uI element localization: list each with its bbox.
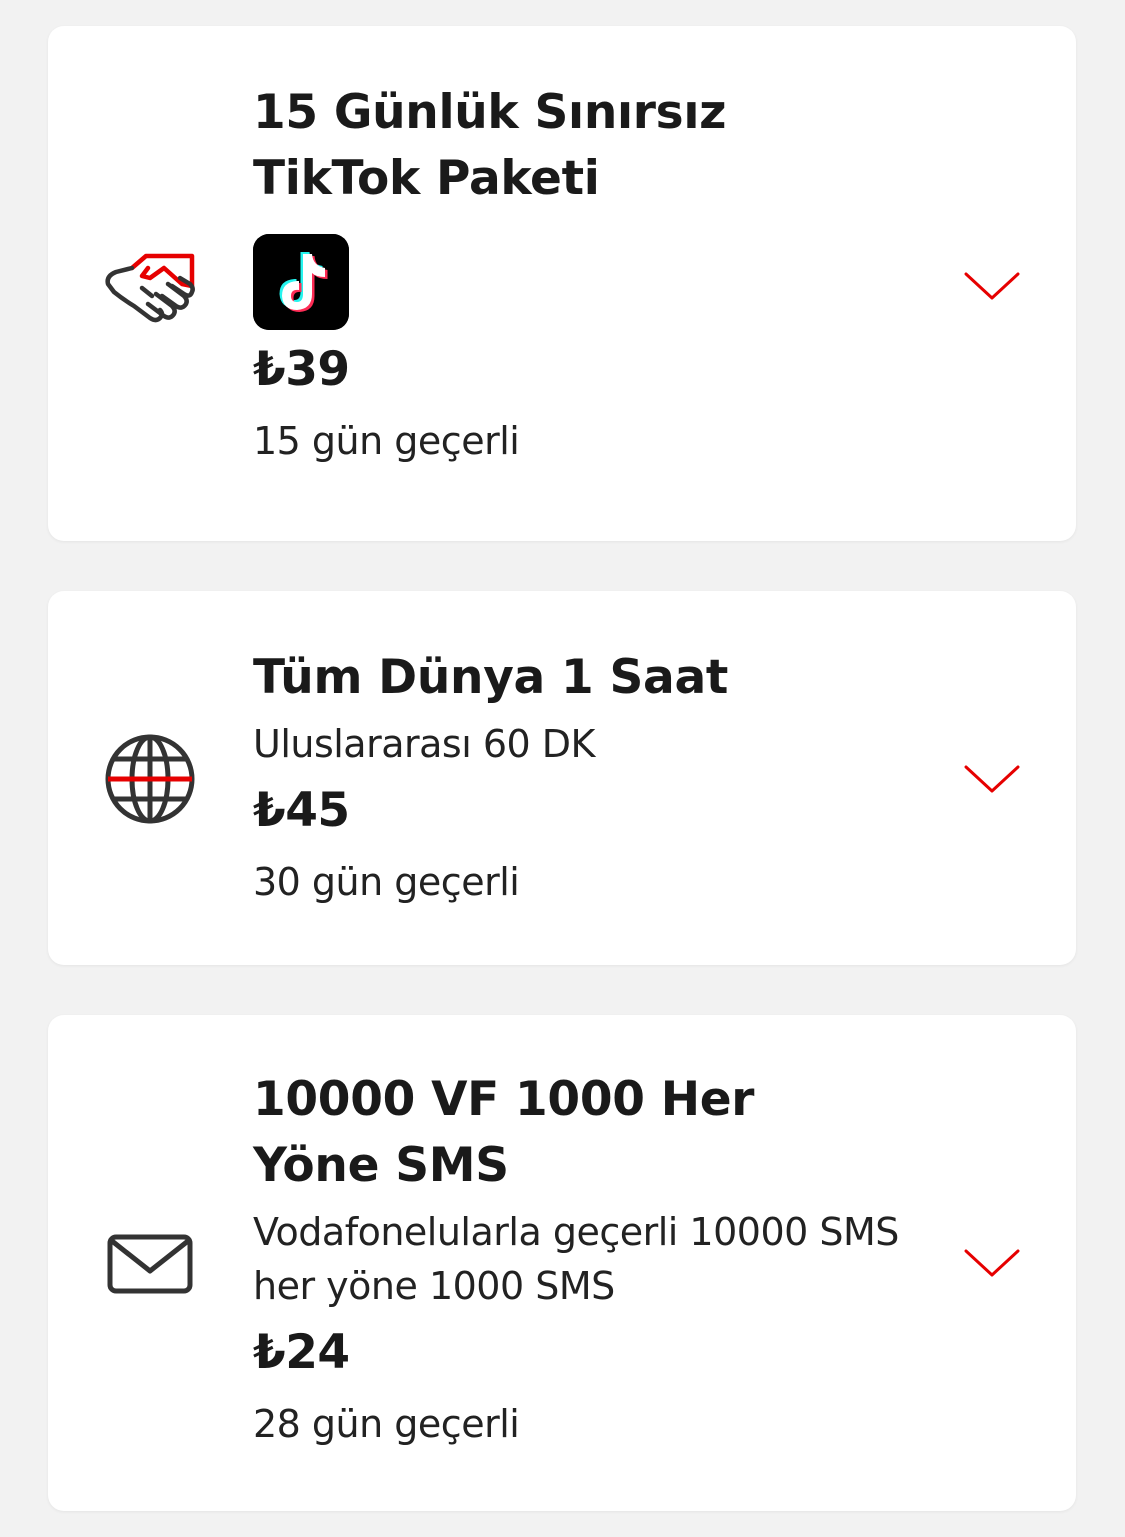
package-card-sms[interactable]: 10000 VF 1000 Her Yöne SMS Vodafonelular… — [48, 1015, 1076, 1511]
package-card-international[interactable]: Tüm Dünya 1 Saat Uluslararası 60 DK ₺45 … — [48, 591, 1076, 965]
package-validity: 15 gün geçerli — [253, 419, 520, 463]
package-validity: 28 gün geçerli — [253, 1402, 520, 1446]
package-card-tiktok[interactable]: 15 Günlük Sınırsız TikTok Paketi ₺39 15 … — [48, 26, 1076, 541]
package-description-line: her yöne 1000 SMS — [253, 1264, 615, 1308]
package-description: Vodafonelularla geçerli 10000 SMS her yö… — [253, 1205, 933, 1313]
package-description-line: Uluslararası 60 DK — [253, 722, 595, 766]
package-content: 15 Günlük Sınırsız TikTok Paketi ₺39 15 … — [253, 80, 933, 468]
package-price: ₺24 — [253, 1325, 350, 1380]
package-price: ₺45 — [253, 783, 350, 838]
chevron-down-icon[interactable] — [962, 268, 1022, 304]
package-title-line: TikTok Paketi — [253, 151, 600, 206]
handshake-icon — [102, 238, 198, 334]
package-title-line: Yöne SMS — [253, 1138, 509, 1193]
package-content: Tüm Dünya 1 Saat Uluslararası 60 DK ₺45 … — [253, 645, 933, 909]
package-title: Tüm Dünya 1 Saat — [253, 645, 933, 711]
chevron-down-icon[interactable] — [962, 761, 1022, 797]
package-title-line: Tüm Dünya 1 Saat — [253, 650, 729, 705]
package-description-line: Vodafonelularla geçerli 10000 SMS — [253, 1210, 899, 1254]
package-list: 15 Günlük Sınırsız TikTok Paketi ₺39 15 … — [0, 0, 1125, 1537]
package-description: Uluslararası 60 DK — [253, 717, 933, 771]
chevron-down-icon[interactable] — [962, 1245, 1022, 1281]
envelope-icon — [102, 1215, 198, 1311]
package-title: 10000 VF 1000 Her Yöne SMS — [253, 1067, 933, 1199]
tiktok-logo-icon — [253, 234, 349, 330]
package-validity: 30 gün geçerli — [253, 860, 520, 904]
package-title-line: 15 Günlük Sınırsız — [253, 85, 727, 140]
package-title: 15 Günlük Sınırsız TikTok Paketi — [253, 80, 933, 212]
package-content: 10000 VF 1000 Her Yöne SMS Vodafonelular… — [253, 1067, 933, 1451]
package-title-line: 10000 VF 1000 Her — [253, 1072, 755, 1127]
globe-icon — [102, 731, 198, 827]
package-price: ₺39 — [253, 342, 350, 397]
